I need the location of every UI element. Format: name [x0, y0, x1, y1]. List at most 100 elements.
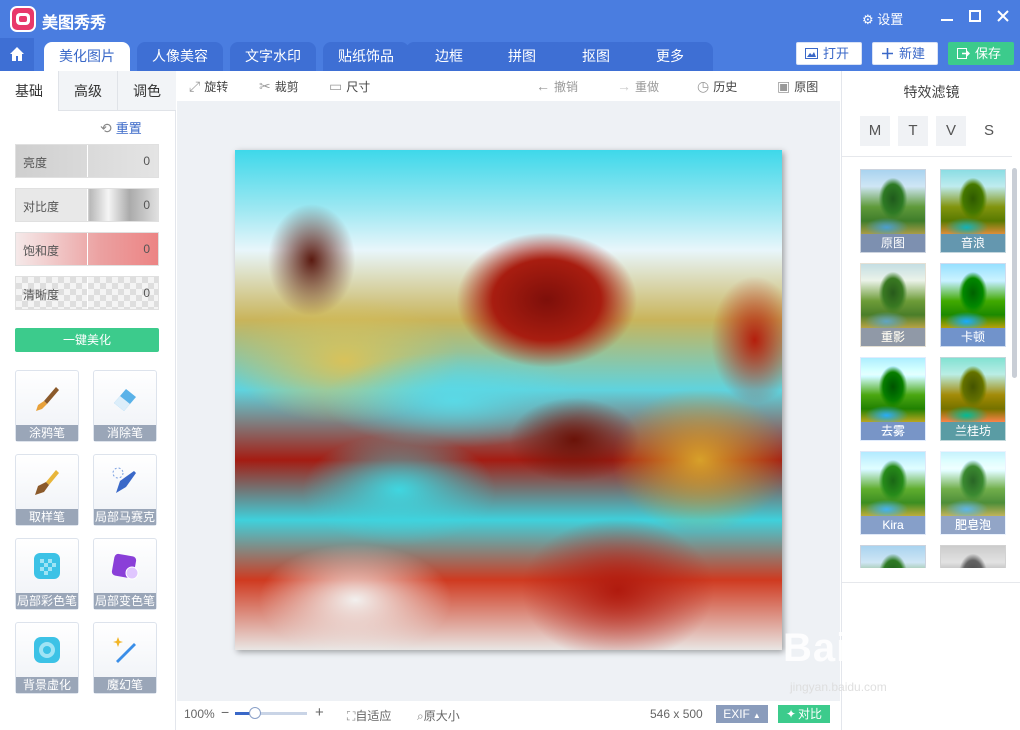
one-key-beautify-button[interactable]: 一键美化: [15, 328, 159, 352]
filter-original[interactable]: 原图: [860, 169, 926, 253]
magic-wand-icon: [113, 637, 136, 663]
magnifier-icon: ⌕: [417, 709, 424, 723]
open-label: 打开: [823, 46, 850, 61]
filter-category-m[interactable]: M: [860, 116, 890, 146]
filter-category-v[interactable]: V: [936, 116, 966, 146]
filter-panel-title: 特效滤镜: [903, 84, 960, 100]
reset-button[interactable]: ⟲ 重置: [100, 118, 142, 137]
actual-size-label: 原大小: [423, 709, 460, 723]
filter-lan-kwai-fong[interactable]: 兰桂坊: [940, 357, 1006, 441]
maximize-icon: [969, 10, 981, 22]
zoom-slider[interactable]: [235, 707, 307, 719]
local-color-pen-tool[interactable]: 局部彩色笔: [15, 538, 79, 610]
sharpness-slider[interactable]: 清晰度 0: [15, 276, 159, 310]
local-recolor-pen-tool[interactable]: 局部变色笔: [93, 538, 157, 610]
baidu-watermark-url: jingyan.baidu.com: [790, 680, 887, 694]
eraser-icon: [114, 389, 136, 411]
filter-kira-label: Kira: [861, 516, 925, 534]
tab-color[interactable]: 调色: [117, 71, 176, 111]
crop-button[interactable]: ✂ 裁剪: [259, 78, 299, 95]
local-mosaic-label: 局部马赛克: [94, 509, 156, 525]
baidu-watermark: Baidu经验: [783, 626, 982, 670]
filter-lan-kwai-fong-label: 兰桂坊: [941, 422, 1005, 440]
contrast-label: 对比度: [23, 200, 60, 214]
filter-more-2[interactable]: [940, 545, 1006, 568]
history-button[interactable]: ◷ 历史: [697, 78, 737, 95]
exif-button[interactable]: EXIF ▲: [716, 705, 768, 723]
compare-button[interactable]: ✦ 对比: [778, 705, 830, 723]
sample-pen-label: 取样笔: [16, 509, 78, 525]
zoom-out-button[interactable]: −: [221, 704, 229, 720]
app-logo-icon: [10, 6, 36, 32]
saturation-slider[interactable]: 饱和度 0: [15, 232, 159, 266]
contrast-value: 0: [143, 198, 150, 212]
filter-sound-wave[interactable]: 音浪: [940, 169, 1006, 253]
background-blur-tool[interactable]: 背景虚化: [15, 622, 79, 694]
settings-button[interactable]: ⚙ 设置: [862, 9, 903, 28]
export-icon: [957, 48, 970, 59]
actual-size-button[interactable]: ⌕原大小: [417, 707, 460, 724]
exif-label: EXIF: [723, 707, 750, 721]
gear-icon: ⚙: [862, 12, 874, 27]
brightness-slider[interactable]: 亮度 0: [15, 144, 159, 178]
new-button[interactable]: 新建: [872, 42, 938, 65]
tab-beautify[interactable]: 美化图片: [44, 42, 130, 71]
save-label: 保存: [975, 46, 1002, 61]
compare-label: 对比: [798, 707, 823, 721]
tab-text-watermark[interactable]: 文字水印: [230, 42, 316, 71]
title-bar: 美图秀秀 ⚙ 设置: [0, 0, 1020, 38]
open-button[interactable]: 打开: [796, 42, 862, 65]
filter-soap-bubble[interactable]: 肥皂泡: [940, 451, 1006, 535]
filter-dehaze-label: 去雾: [861, 422, 925, 440]
tab-advanced[interactable]: 高级: [58, 71, 117, 111]
save-button[interactable]: 保存: [948, 42, 1014, 65]
contrast-slider[interactable]: 对比度 0: [15, 188, 159, 222]
resize-icon: ▭: [329, 78, 343, 94]
redo-button[interactable]: → 重做: [617, 78, 659, 95]
maximize-button[interactable]: [962, 6, 988, 30]
doodle-pen-tool[interactable]: 涂鸦笔: [15, 370, 79, 442]
caret-up-icon: ▲: [752, 711, 761, 720]
tab-more[interactable]: 更多: [627, 42, 713, 71]
image-icon: [805, 48, 818, 59]
recolor-icon: [111, 553, 139, 580]
clock-icon: ◷: [697, 78, 710, 94]
zoom-slider-knob[interactable]: [249, 707, 262, 719]
main-tab-bar: 美化图片 人像美容 文字水印 贴纸饰品 边框 拼图 抠图 更多 打开 新建 保存: [0, 38, 1020, 71]
minimize-button[interactable]: [934, 6, 960, 30]
home-button[interactable]: [0, 38, 34, 71]
sample-pen-tool[interactable]: 取样笔: [15, 454, 79, 526]
edited-photo[interactable]: [235, 150, 782, 650]
filter-stutter[interactable]: 卡顿: [940, 263, 1006, 347]
tab-portrait[interactable]: 人像美容: [137, 42, 223, 71]
filter-scrollbar[interactable]: [1012, 168, 1017, 378]
tab-basic[interactable]: 基础: [0, 71, 58, 111]
image-canvas[interactable]: [177, 101, 840, 701]
rotate-icon: ⤢: [189, 78, 201, 94]
magic-pen-tool[interactable]: 魔幻笔: [93, 622, 157, 694]
filter-dehaze[interactable]: 去雾: [860, 357, 926, 441]
original-button[interactable]: ▣ 原图: [777, 78, 818, 95]
eraser-pen-tool[interactable]: 消除笔: [93, 370, 157, 442]
undo-button[interactable]: ← 撤销: [536, 78, 578, 95]
filter-grid: 原图 音浪 重影 卡顿 去雾 兰桂坊 Kira 肥皂泡: [842, 156, 1012, 568]
close-button[interactable]: [990, 6, 1016, 30]
doodle-pen-label: 涂鸦笔: [16, 425, 78, 441]
filter-category-t[interactable]: T: [898, 116, 928, 146]
undo-label: 撤销: [554, 80, 579, 94]
filter-more-1[interactable]: [860, 545, 926, 568]
tab-stickers[interactable]: 贴纸饰品: [323, 42, 409, 71]
rotate-label: 旋转: [204, 80, 229, 94]
filter-ghost[interactable]: 重影: [860, 263, 926, 347]
local-mosaic-tool[interactable]: 局部马赛克: [93, 454, 157, 526]
filter-category-s[interactable]: S: [974, 116, 1004, 146]
filter-soap-bubble-label: 肥皂泡: [941, 516, 1005, 534]
rotate-button[interactable]: ⤢ 旋转: [189, 78, 228, 95]
filter-kira[interactable]: Kira: [860, 451, 926, 535]
history-label: 历史: [713, 80, 738, 94]
zoom-in-button[interactable]: +: [315, 704, 324, 721]
size-label: 尺寸: [346, 80, 371, 94]
size-button[interactable]: ▭ 尺寸: [329, 78, 370, 95]
picture-icon: ▣: [777, 78, 791, 94]
fit-button[interactable]: ⛶自适应: [347, 707, 391, 724]
